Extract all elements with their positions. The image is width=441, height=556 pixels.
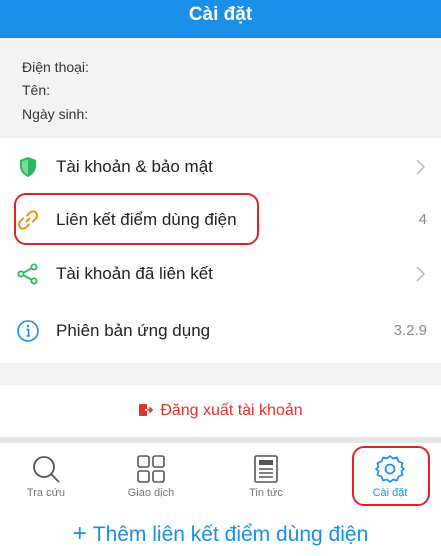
highlight-settings-tab (352, 446, 430, 506)
page-title: Cài đặt (0, 0, 441, 38)
name-label: Tên: (22, 82, 51, 98)
menu-item-account-security[interactable]: Tài khoản & bảo mật (0, 138, 441, 196)
plus-icon: + (72, 520, 87, 547)
tab-label: Giao dịch (127, 487, 175, 499)
tab-lookup[interactable]: Tra cứu (2, 443, 90, 505)
app-version-value: 3.2.9 (393, 322, 427, 339)
profile-section: Điện thoại: Tên: Ngày sinh: (0, 38, 441, 138)
search-icon (33, 456, 60, 483)
logout-icon (139, 404, 154, 416)
shield-icon (20, 157, 36, 177)
menu-item-linked-accounts[interactable]: Tài khoản đã liên kết (0, 245, 441, 303)
logout-label: Đăng xuất tài khoản (160, 402, 303, 419)
share-icon (17, 263, 38, 285)
section-gap (0, 363, 441, 385)
menu-item-label: Tài khoản & bảo mật (56, 157, 213, 176)
logout-button[interactable]: Đăng xuất tài khoản (0, 385, 441, 437)
tab-transactions[interactable]: Giao dịch (107, 443, 195, 505)
add-link-label: Thêm liên kết điểm dùng điện (92, 523, 369, 546)
birthdate-label: Ngày sinh: (22, 106, 89, 122)
phone-label: Điện thoại: (22, 59, 89, 75)
linked-count: 4 (418, 211, 427, 228)
chevron-right-icon (416, 266, 425, 282)
highlight-linked-meters (14, 193, 259, 245)
tab-label: Tin tức (249, 487, 283, 499)
tab-label: Tra cứu (26, 487, 66, 499)
menu-item-app-version[interactable]: Phiên bản ứng dụng 3.2.9 (0, 302, 441, 360)
tab-news[interactable]: Tin tức (222, 443, 310, 505)
grid-icon (137, 455, 165, 483)
chevron-right-icon (416, 159, 425, 175)
add-link-button[interactable]: + Thêm liên kết điểm dùng điện (0, 520, 441, 548)
newspaper-icon (254, 455, 278, 483)
menu-item-label: Tài khoản đã liên kết (56, 264, 213, 283)
menu-item-label: Phiên bản ứng dụng (56, 321, 211, 340)
info-icon (17, 320, 39, 342)
